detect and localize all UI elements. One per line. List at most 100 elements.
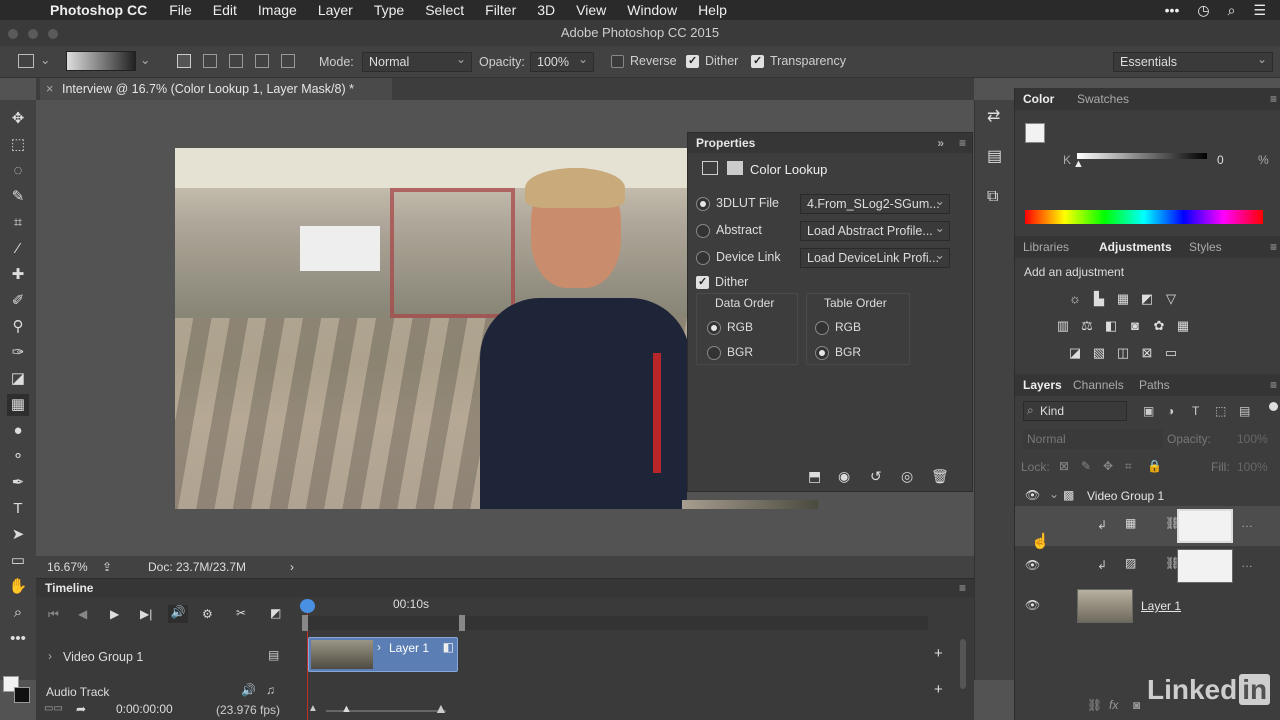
link-layers-icon[interactable]: ⛓ [1087, 698, 1102, 712]
character-panel-icon[interactable]: ⧉ [987, 188, 998, 206]
reflected-gradient-icon[interactable] [255, 54, 269, 68]
device-link-select[interactable]: Load DeviceLink Profi... [800, 248, 950, 268]
add-mask-icon[interactable]: ◙ [1133, 698, 1140, 712]
work-area-start-handle[interactable] [302, 615, 308, 631]
tab-adjustments[interactable]: Adjustments [1099, 240, 1172, 254]
video-group-track-label[interactable]: Video Group 1 [63, 650, 143, 664]
dodge-tool-icon[interactable]: ⚬ [7, 446, 29, 468]
eyedropper-tool-icon[interactable]: ⁄ [7, 238, 29, 260]
tab-layers[interactable]: Layers [1023, 378, 1062, 392]
status-chevron-right-icon[interactable]: › [290, 556, 294, 578]
reset-icon[interactable]: ↺ [870, 468, 882, 485]
zoom-tool-icon[interactable]: ⌕ [7, 602, 29, 624]
lut-file-select[interactable]: 4.From_SLog2-SGum... [800, 194, 950, 214]
playhead[interactable] [300, 599, 315, 613]
layer-more-icon[interactable]: … [1241, 516, 1253, 530]
abstract-select[interactable]: Load Abstract Profile... [800, 221, 950, 241]
tab-channels[interactable]: Channels [1073, 378, 1124, 392]
lock-artboard-icon[interactable]: ⌗ [1125, 459, 1132, 474]
search-icon[interactable]: ⌕ [1228, 2, 1236, 19]
k-slider-thumb[interactable]: ▲ [1073, 158, 1084, 170]
marquee-tool-icon[interactable]: ⬚ [7, 134, 29, 156]
more-tools-icon[interactable]: ••• [7, 628, 29, 650]
next-frame-icon[interactable]: ▶| [140, 607, 152, 621]
track-chevron-right-icon[interactable]: › [48, 649, 52, 663]
adjust-panel-menu-icon[interactable]: ≡ [1270, 240, 1277, 254]
collapse-icon[interactable]: » [937, 133, 944, 153]
lut-file-radio[interactable]: 3DLUT File [696, 196, 779, 211]
clip-to-layer-icon[interactable]: ⬒ [808, 468, 821, 485]
crop-tool-icon[interactable]: ⌗ [7, 212, 29, 234]
clone-stamp-tool-icon[interactable]: ⚲ [7, 316, 29, 338]
color-panel-menu-icon[interactable]: ≡ [1270, 92, 1277, 106]
opacity-input[interactable]: 100% [530, 50, 594, 72]
tab-color[interactable]: Color [1023, 92, 1054, 106]
menu-filter[interactable]: Filter [485, 2, 516, 18]
data-order-rgb-radio[interactable]: RGB [707, 320, 753, 335]
menu-help[interactable]: Help [698, 2, 727, 18]
zoom-in-icon[interactable]: ▲ [434, 700, 448, 716]
gradient-tool-icon[interactable]: ▦ [7, 394, 29, 416]
layer-mask-icon[interactable] [727, 161, 743, 175]
close-icon[interactable]: × [46, 78, 53, 100]
timeline-menu-icon[interactable]: ≡ [959, 579, 966, 597]
diamond-gradient-icon[interactable] [281, 54, 295, 68]
dither-checkbox-props[interactable]: Dither [696, 275, 748, 290]
blur-tool-icon[interactable]: ● [7, 420, 29, 442]
zoom-out-icon[interactable]: ▲ [308, 703, 318, 714]
more-icon[interactable]: ••• [1165, 2, 1180, 19]
brightness-icon[interactable]: ☼ [1067, 292, 1083, 306]
layer-mask-thumbnail[interactable] [1177, 549, 1233, 583]
selective-color-icon[interactable]: ⊠ [1139, 346, 1155, 360]
path-selection-tool-icon[interactable]: ➤ [7, 524, 29, 546]
layer-name[interactable]: Video Group 1 [1087, 489, 1164, 503]
audio-track-label[interactable]: Audio Track [46, 685, 109, 699]
vibrance-icon[interactable]: ▽ [1163, 292, 1179, 306]
zoom-slider-thumb[interactable]: ▲ [341, 703, 352, 715]
filter-smart-icon[interactable]: ▤ [1239, 404, 1250, 418]
layer-mask-thumbnail[interactable] [1177, 509, 1233, 543]
work-area-end-handle[interactable] [459, 615, 465, 631]
color-spectrum[interactable] [1025, 210, 1263, 224]
filter-adjustment-icon[interactable]: ◑ [1167, 404, 1174, 418]
gradient-tool-preset-icon[interactable] [18, 54, 34, 68]
visibility-eye-icon[interactable]: 👁 [1025, 488, 1040, 502]
video-clip[interactable]: › Layer 1 ◧ [308, 637, 458, 672]
tab-paths[interactable]: Paths [1139, 378, 1170, 392]
audio-mute-icon[interactable]: 🔊 [241, 683, 256, 697]
track-options-icon[interactable]: ▤ [268, 648, 279, 662]
visibility-eye-icon[interactable]: 👁 [1025, 558, 1040, 572]
menu-window[interactable]: Window [627, 2, 677, 18]
color-foreground-swatch[interactable] [1025, 123, 1045, 143]
k-value[interactable]: 0 [1217, 153, 1224, 167]
threshold-icon[interactable]: ◫ [1115, 346, 1131, 360]
menu-type[interactable]: Type [374, 2, 404, 18]
layer-row-layer-1[interactable]: 👁 Layer 1 [1015, 586, 1280, 626]
black-white-icon[interactable]: ◧ [1103, 319, 1119, 333]
gradient-map-icon[interactable]: ▭ [1163, 346, 1179, 360]
timecode[interactable]: 0:00:00:00 [116, 702, 173, 716]
zoom-level[interactable]: 16.67% [47, 556, 88, 578]
group-chevron-down-icon[interactable]: ⌄ [1049, 487, 1059, 501]
filter-toggle[interactable] [1269, 402, 1278, 411]
playback-settings-icon[interactable]: ⚙ [202, 607, 213, 621]
posterize-icon[interactable]: ▧ [1091, 346, 1107, 360]
delete-icon[interactable]: 🗑 [931, 468, 949, 485]
time-ruler[interactable] [304, 598, 848, 614]
menu-select[interactable]: Select [425, 2, 464, 18]
photo-filter-icon[interactable]: ◙ [1127, 319, 1143, 333]
radial-gradient-icon[interactable] [203, 54, 217, 68]
split-icon[interactable]: ✂ [236, 606, 246, 620]
mode-select[interactable]: Normal [362, 50, 472, 72]
rectangle-tool-icon[interactable]: ▭ [7, 550, 29, 572]
view-previous-state-icon[interactable]: ◉ [838, 468, 850, 485]
filter-pixel-icon[interactable]: ▣ [1143, 404, 1154, 418]
render-icon[interactable]: ▭▭ [44, 703, 63, 714]
exposure-icon[interactable]: ◩ [1139, 292, 1155, 306]
color-balance-icon[interactable]: ⚖ [1079, 319, 1095, 333]
filter-type-icon[interactable]: T [1192, 404, 1199, 418]
lock-all-icon[interactable]: 🔒 [1147, 459, 1162, 473]
tab-swatches[interactable]: Swatches [1077, 92, 1129, 106]
sync-icon[interactable]: ◷ [1197, 2, 1209, 19]
layer-name[interactable]: Layer 1 [1141, 599, 1181, 613]
